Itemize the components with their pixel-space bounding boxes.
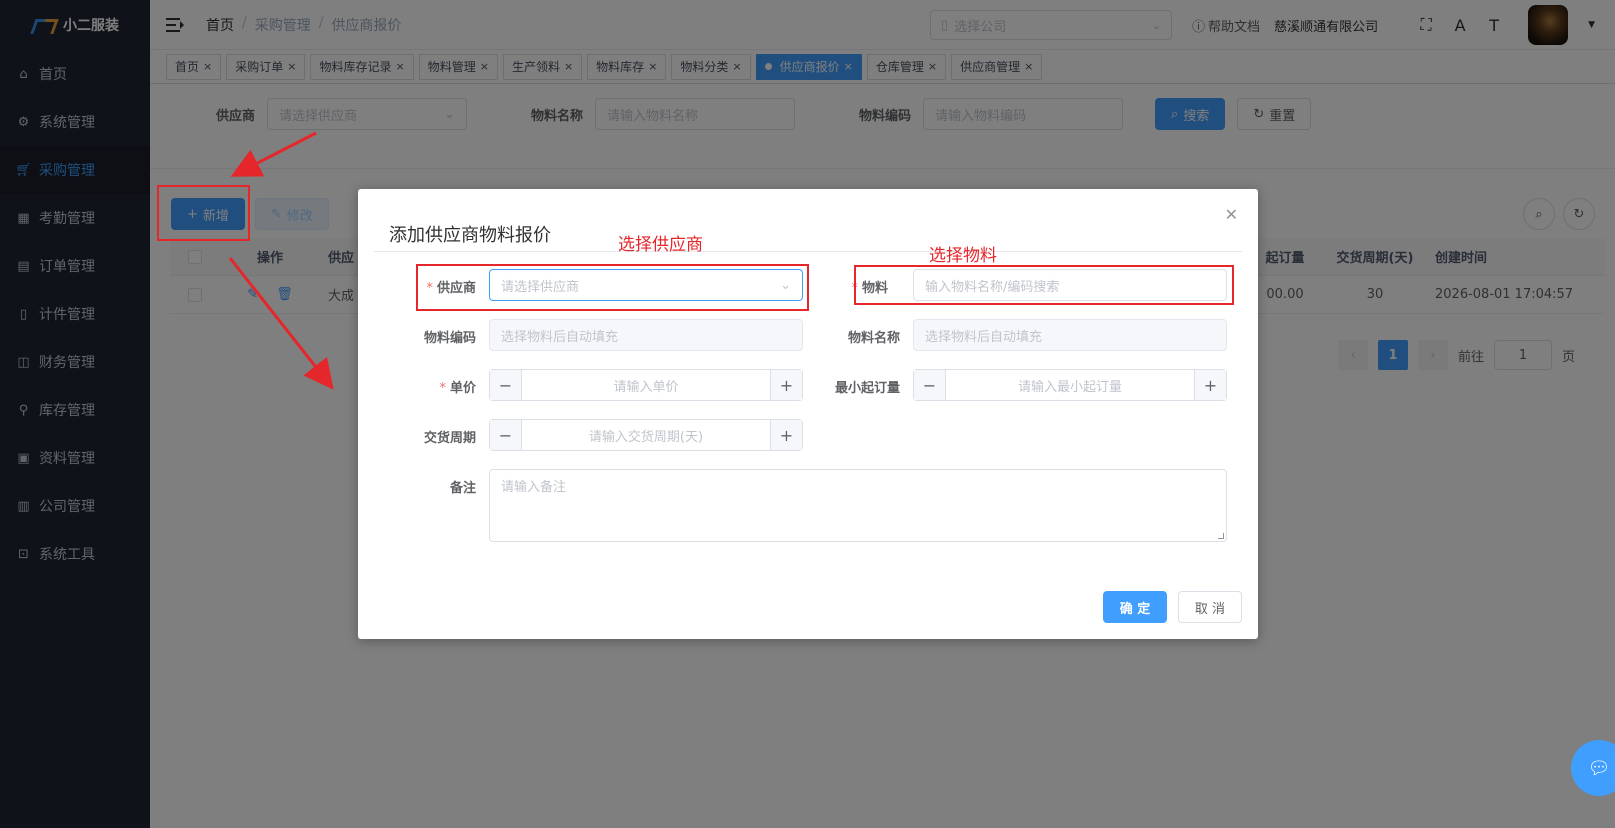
material-name-field: 选择物料后自动填充: [913, 319, 1227, 351]
close-icon[interactable]: ✕: [1225, 205, 1238, 224]
confirm-button[interactable]: 确 定: [1103, 591, 1167, 623]
annotation-material-box: [854, 265, 1234, 305]
annotation-supplier-box: [416, 264, 809, 311]
moq-stepper[interactable]: − 请输入最小起订量 +: [913, 369, 1227, 401]
lead-time-input[interactable]: 请输入交货周期(天): [522, 420, 770, 450]
lead-time-stepper[interactable]: − 请输入交货周期(天) +: [489, 419, 803, 451]
price-field-label: * 单价: [386, 377, 476, 396]
plus-icon[interactable]: +: [770, 370, 802, 400]
dialog-divider: [374, 251, 1242, 252]
cancel-button[interactable]: 取 消: [1178, 591, 1242, 623]
dialog-title: 添加供应商物料报价: [389, 225, 551, 246]
moq-input[interactable]: 请输入最小起订量: [946, 370, 1194, 400]
price-field-text: 单价: [449, 381, 476, 396]
moq-field-label: 最小起订量: [834, 381, 900, 396]
material-code-field: 选择物料后自动填充: [489, 319, 803, 351]
resize-handle-icon[interactable]: [1218, 533, 1224, 539]
minus-icon[interactable]: −: [914, 370, 946, 400]
minus-icon[interactable]: −: [490, 420, 522, 450]
remark-textarea[interactable]: 请输入备注: [489, 469, 1227, 542]
chat-icon: 💬︎: [1587, 757, 1611, 779]
code-field-label: 物料编码: [423, 331, 476, 346]
annotation-select-material: 选择物料: [929, 246, 997, 266]
annotation-add-box: [157, 185, 250, 241]
name-field-label: 物料名称: [847, 331, 900, 346]
lead-field-label: 交货周期: [423, 431, 476, 446]
add-quote-dialog: 添加供应商物料报价 ✕ * 供应商 请选择供应商 ⌄ * 物料 输入物料名称/编码搜索…: [358, 189, 1258, 639]
price-stepper[interactable]: − 请输入单价 +: [489, 369, 803, 401]
minus-icon[interactable]: −: [490, 370, 522, 400]
annotation-select-supplier: 选择供应商: [618, 235, 703, 255]
price-input[interactable]: 请输入单价: [522, 370, 770, 400]
required-mark: *: [439, 381, 446, 396]
plus-icon[interactable]: +: [1194, 370, 1226, 400]
plus-icon[interactable]: +: [770, 420, 802, 450]
remark-placeholder: 请输入备注: [501, 480, 567, 495]
remark-field-label: 备注: [449, 481, 476, 496]
